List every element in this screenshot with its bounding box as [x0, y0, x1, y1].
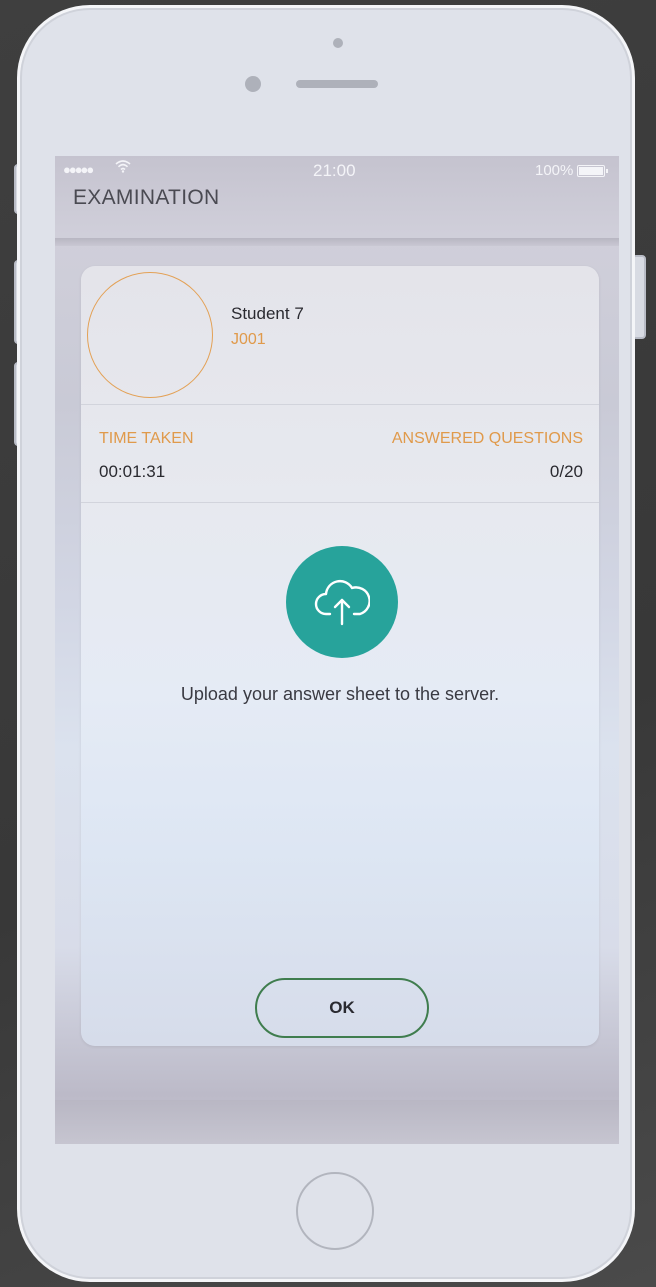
- answered-questions-label: ANSWERED QUESTIONS: [391, 430, 583, 447]
- signal-strength-icon: ●●●●●: [63, 162, 94, 177]
- exam-result-card: Student 7 J001 TIME TAKEN 00:01:31 ANSWE…: [81, 266, 599, 1046]
- footer-bar: [55, 1100, 619, 1144]
- time-taken-label: TIME TAKEN: [99, 430, 194, 447]
- battery-icon: [577, 165, 608, 177]
- page-title: EXAMINATION: [73, 186, 220, 209]
- answered-questions-value: 0/20: [549, 462, 583, 481]
- divider: [81, 502, 599, 503]
- cloud-upload-icon: [286, 546, 398, 658]
- avatar: [87, 272, 213, 398]
- student-name: Student 7: [231, 304, 304, 323]
- status-bar: ●●●●● 21:00 100%: [55, 156, 619, 188]
- front-camera: [333, 38, 343, 48]
- upload-message: Upload your answer sheet to the server.: [180, 684, 500, 704]
- status-time: 21:00: [313, 161, 356, 180]
- student-id: J001: [231, 331, 266, 348]
- battery-percentage: 100%: [535, 162, 574, 179]
- wifi-icon: [115, 159, 131, 177]
- home-button[interactable]: [296, 1172, 374, 1250]
- ok-button[interactable]: OK: [255, 978, 429, 1038]
- earpiece-speaker: [296, 80, 378, 88]
- time-taken-value: 00:01:31: [99, 462, 166, 481]
- app-screen: ●●●●● 21:00 100% EXAMINATION Student 7 J…: [55, 156, 619, 1144]
- header-divider: [55, 238, 619, 246]
- proximity-sensor: [245, 76, 261, 92]
- power-button: [632, 255, 646, 339]
- divider: [81, 404, 599, 405]
